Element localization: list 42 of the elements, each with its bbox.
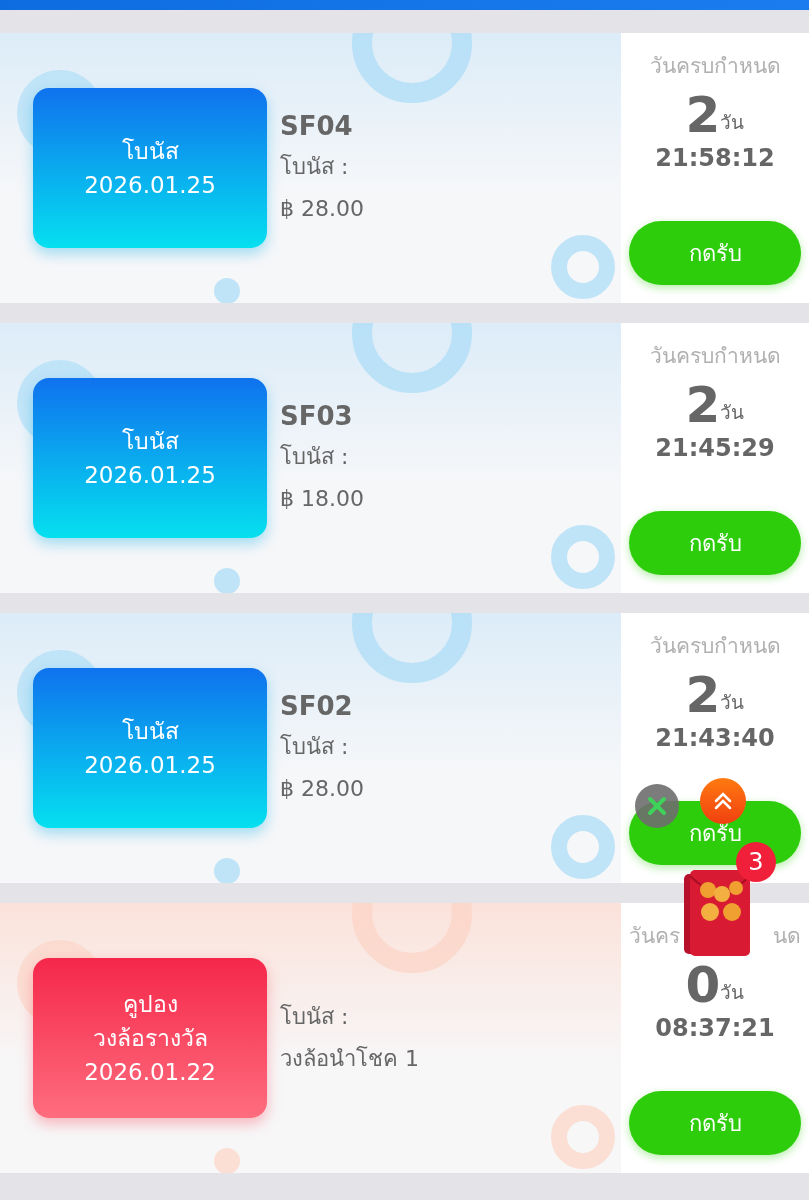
reward-label: โบนัส : [280, 1003, 350, 1031]
ticket-text: คูปอง [122, 990, 178, 1020]
ticket-text: โบนัส [121, 427, 179, 456]
due-label: วันครบกำหนด [649, 53, 781, 80]
countdown-time: 08:37:21 [655, 1013, 775, 1043]
due-label: วันคร [629, 923, 680, 950]
reward-value: วงล้อนำโชค 1 [280, 1045, 419, 1073]
days-count: 0 [685, 957, 721, 1013]
days-unit: วัน [720, 980, 745, 1005]
ticket-text: 2026.01.25 [84, 751, 216, 780]
ticket-text: 2026.01.22 [84, 1058, 216, 1087]
claim-button[interactable]: กดรับ [629, 221, 801, 285]
ticket-text: วงล้อรางวัล [92, 1024, 208, 1053]
countdown-time: 21:45:29 [655, 433, 775, 463]
reward-code: SF02 [280, 690, 354, 723]
countdown-time: 21:58:12 [655, 143, 775, 173]
days-count: 2 [685, 667, 721, 723]
reward-label: โบนัส : [280, 153, 350, 181]
close-icon [646, 795, 668, 817]
ticket-text: 2026.01.25 [84, 171, 216, 200]
due-label: นด [773, 923, 801, 950]
ticket-text: 2026.01.25 [84, 461, 216, 490]
reward-value: ฿ 28.00 [280, 775, 364, 803]
ticket-text: โบนัส [121, 717, 179, 746]
reward-value: ฿ 18.00 [280, 485, 364, 513]
days-unit: วัน [720, 110, 745, 135]
double-chevron-up-icon [712, 790, 734, 812]
due-label: วันครบกำหนด [649, 343, 781, 370]
days-unit: วัน [720, 690, 745, 715]
due-label: วันครบกำหนด [649, 633, 781, 660]
countdown-time: 21:43:40 [655, 723, 775, 753]
reward-code: SF04 [280, 110, 354, 143]
reward-code: SF03 [280, 400, 354, 433]
claim-button[interactable]: กดรับ [629, 511, 801, 575]
days-unit: วัน [720, 400, 745, 425]
days-count: 2 [685, 87, 721, 143]
claim-button[interactable]: กดรับ [629, 1091, 801, 1155]
days-count: 2 [685, 377, 721, 433]
reward-value: ฿ 28.00 [280, 195, 364, 223]
reward-label: โบนัส : [280, 443, 350, 471]
reward-label: โบนัส : [280, 733, 350, 761]
ticket-text: โบนัส [121, 137, 179, 166]
